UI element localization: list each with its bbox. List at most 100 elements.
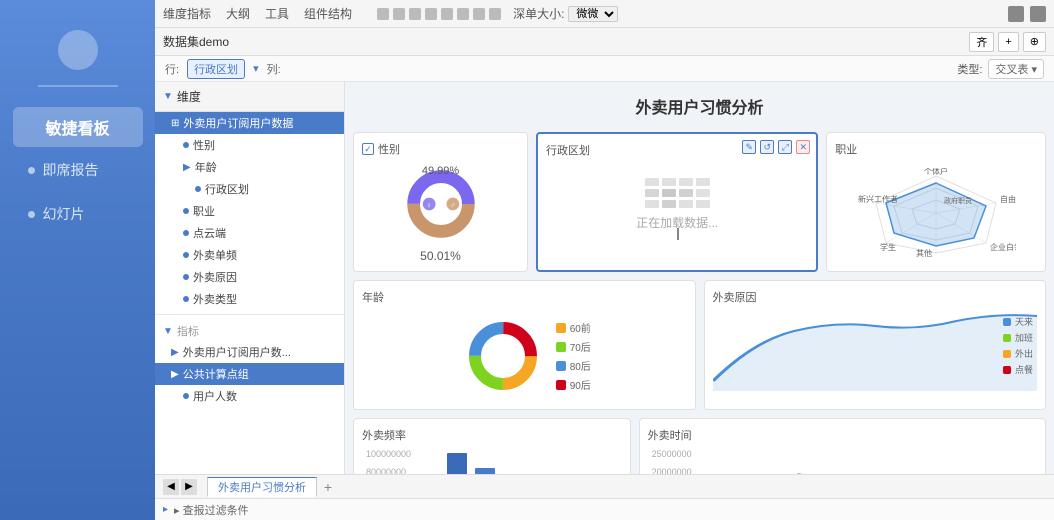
bottom-tab-main[interactable]: 外卖用户习惯分析 <box>207 477 317 497</box>
bottom-tab-add[interactable]: + <box>319 478 337 496</box>
tree-dot-gender <box>183 142 189 148</box>
menu-tools[interactable]: 工具 <box>265 5 289 22</box>
reason-chart-svg <box>713 311 1038 391</box>
chart-row-2: 年龄 60前 <box>353 280 1046 410</box>
filter-district-tag[interactable]: 行政区划 <box>187 59 245 79</box>
age-label-80: 80后 <box>570 358 591 373</box>
toolbar-icon-5[interactable] <box>441 8 453 20</box>
toolbar-icon-6[interactable] <box>457 8 469 20</box>
sidebar-dot-slides <box>28 211 35 218</box>
toolbar2-btn-other[interactable]: ⊕ <box>1023 32 1046 52</box>
toolbar-icon-3[interactable] <box>409 8 421 20</box>
toolbar2-btn-grid[interactable]: + <box>998 32 1018 52</box>
reason-label-wachu: 外出 <box>1015 347 1033 360</box>
chart-row-3: 外卖频率 100000000 80000000 60000000 4000000… <box>353 418 1046 474</box>
toolbar-icon-8[interactable] <box>489 8 501 20</box>
tree-node-delivery-users[interactable]: ⊞ 外卖用户订阅用户数据 <box>155 112 344 134</box>
district-refresh-btn[interactable]: ↺ <box>760 140 774 154</box>
type-dropdown[interactable]: 交叉表 ▾ <box>988 59 1044 79</box>
tree-node-type[interactable]: 外卖类型 <box>155 288 344 310</box>
occupation-title-label: 职业 <box>835 141 857 157</box>
tree-node-gender[interactable]: 性别 <box>155 134 344 156</box>
tree-node-reason[interactable]: 外卖原因 <box>155 266 344 288</box>
svg-text:政府职员: 政府职员 <box>944 196 972 205</box>
tree-label-delivery-users-2: 外卖用户订阅用户数... <box>183 344 291 360</box>
age-legend-60: 60前 <box>556 320 591 335</box>
tree-node-cloudpoint[interactable]: 点云端 <box>155 222 344 244</box>
toolbar-icon-4[interactable] <box>425 8 437 20</box>
tree-node-public-calc[interactable]: ▶ 公共计算点组 <box>155 363 344 385</box>
chart-time-title-bar: 外卖时间 <box>648 427 1037 443</box>
district-edit-btn[interactable]: ✎ <box>742 140 756 154</box>
chart-gender: ✓ 性别 49.99% <box>353 132 528 272</box>
toolbar2-btn-add[interactable]: 齐 <box>969 32 994 52</box>
tree-node-district[interactable]: 行政区划 <box>155 178 344 200</box>
age-dot-60 <box>556 323 566 333</box>
chart-reason: 外卖原因 天来 <box>704 280 1047 410</box>
age-legend-80: 80后 <box>556 358 591 373</box>
sidebar-item-report[interactable]: 即席报告 <box>13 152 143 188</box>
tree-label-occupation: 职业 <box>193 203 215 219</box>
chart-age: 年龄 60前 <box>353 280 696 410</box>
menu-component-structure[interactable]: 组件结构 <box>304 5 352 22</box>
grid-view-icon[interactable] <box>1008 6 1024 22</box>
tree-label-freq: 外卖单频 <box>193 247 237 263</box>
time-y4: 20000000 <box>652 467 692 475</box>
chart-time: 外卖时间 25000000 20000000 15000000 10000000… <box>639 418 1046 474</box>
age-label-70: 70后 <box>570 339 591 354</box>
menu-dimensions[interactable]: 维度指标 <box>163 5 211 22</box>
tree-dot-district <box>195 186 201 192</box>
reason-label-tianla: 天来 <box>1015 315 1033 328</box>
filter-expand-icon[interactable]: ▸ <box>163 504 168 515</box>
age-legend-70: 70后 <box>556 339 591 354</box>
toolbar-icon-2[interactable] <box>393 8 405 20</box>
tree-node-user-count[interactable]: 用户人数 <box>155 385 344 407</box>
svg-text:新兴工作者: 新兴工作者 <box>858 194 898 204</box>
bottom-tabs: ◀ ▶ 外卖用户习惯分析 + <box>155 474 1054 498</box>
bottom-tab-label: 外卖用户习惯分析 <box>218 479 306 495</box>
age-legend: 60前 70后 80后 <box>556 320 591 392</box>
toolbar-icon-7[interactable] <box>473 8 485 20</box>
tree-node-occupation[interactable]: 职业 <box>155 200 344 222</box>
occupation-radar-area: 个体户 自由职业者 企业白领 学生 新兴工作者 其他 政府职员 <box>835 163 1037 263</box>
district-close-btn[interactable]: ✕ <box>796 140 810 154</box>
filter-col-label: 列: <box>267 61 281 77</box>
bottom-nav-next[interactable]: ▶ <box>181 479 197 495</box>
gender-title-label: 性别 <box>378 141 400 157</box>
chart-district[interactable]: 行政区划 ✎ ↺ ⤢ ✕ 正在加载数据... <box>536 132 818 272</box>
age-dot-80 <box>556 361 566 371</box>
freq-y5: 100000000 <box>366 449 411 459</box>
reason-title-label: 外卖原因 <box>713 289 757 305</box>
chart-row-1: ✓ 性别 49.99% <box>353 132 1046 272</box>
svg-text:个体户: 个体户 <box>924 168 948 176</box>
chart-occupation: 职业 <box>826 132 1046 272</box>
filter-dropdown-icon[interactable]: ▾ <box>253 62 259 75</box>
window-icon[interactable] <box>1030 6 1046 22</box>
sidebar-dot-report <box>28 167 35 174</box>
tree-label-type: 外卖类型 <box>193 291 237 307</box>
filterbar: 行: 行政区划 ▾ 列: 类型: 交叉表 ▾ <box>155 56 1054 82</box>
tree-node-age-group[interactable]: ▶ 年龄 <box>155 156 344 178</box>
svg-text:♀: ♀ <box>426 201 431 210</box>
reason-chart-container: 天来 加班 外出 点餐 <box>713 311 1038 401</box>
tree-node-delivery-users-2[interactable]: ▶ 外卖用户订阅用户数... <box>155 341 344 363</box>
gender-check-icon[interactable]: ✓ <box>362 143 374 155</box>
tree-node-freq[interactable]: 外卖单频 <box>155 244 344 266</box>
frequency-bar-chart <box>415 449 622 474</box>
zoom-select[interactable]: 微微 小 中 <box>568 6 618 22</box>
main-area: 维度指标 大纲 工具 组件结构 深单大小: 微微 小 中 数据集demo <box>155 0 1054 520</box>
tree-dot-type <box>183 296 189 302</box>
age-dot-70 <box>556 342 566 352</box>
district-expand-btn[interactable]: ⤢ <box>778 140 792 154</box>
sidebar-item-slides[interactable]: 幻灯片 <box>13 196 143 232</box>
menu-outline[interactable]: 大纲 <box>226 5 250 22</box>
gender-pct-labels: 49.99% <box>422 165 459 177</box>
time-chart-area: 25000000 20000000 15000000 10000000 5000… <box>648 449 1037 474</box>
sidebar-item-dashboard[interactable]: 敏捷看板 <box>13 107 143 147</box>
age-donut-svg <box>458 316 548 396</box>
tree-dot-freq <box>183 252 189 258</box>
dashboard-title: 外卖用户习惯分析 <box>353 90 1046 124</box>
time-y-labels: 25000000 20000000 15000000 10000000 5000… <box>648 449 696 474</box>
toolbar-icon-1[interactable] <box>377 8 389 20</box>
bottom-nav-prev[interactable]: ◀ <box>163 479 179 495</box>
